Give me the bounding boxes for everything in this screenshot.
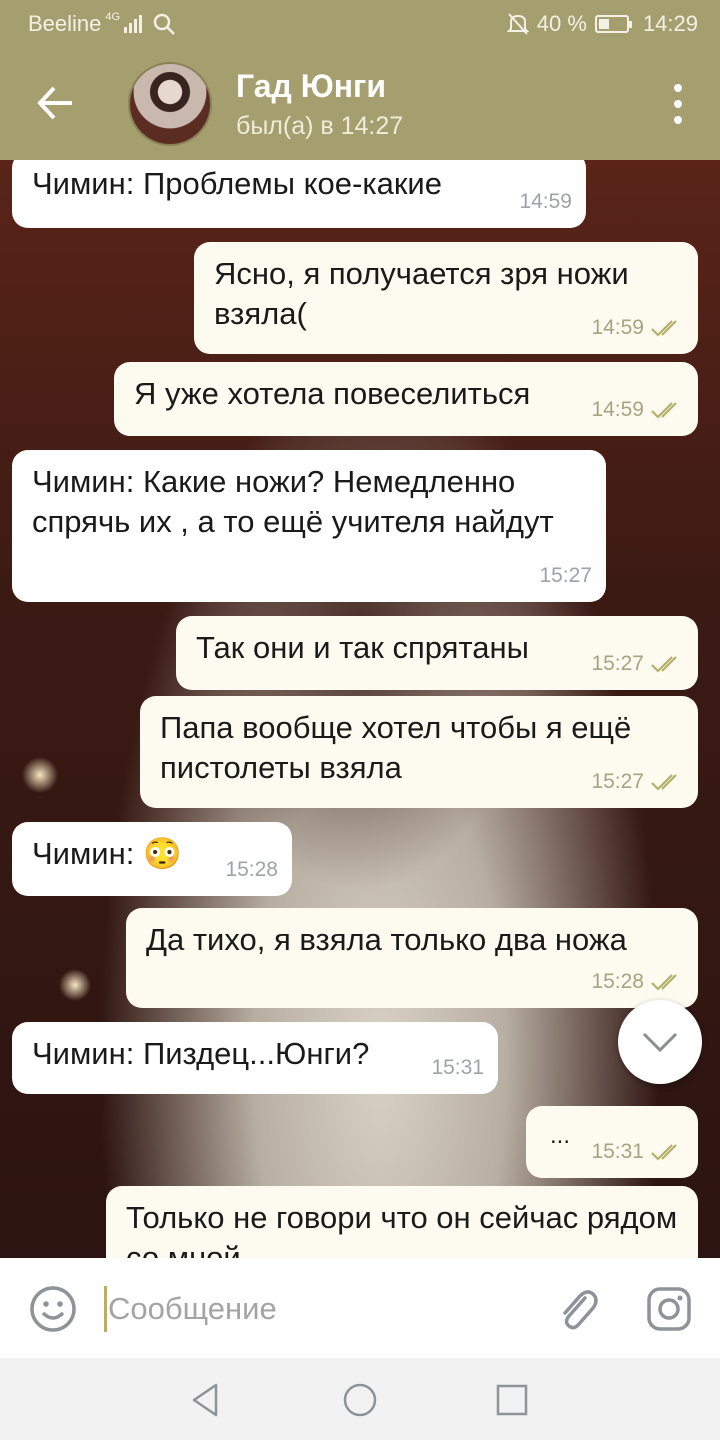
read-check-icon [651, 320, 677, 337]
message-time: 14:59 [519, 190, 572, 213]
message-time: 15:28 [591, 970, 644, 993]
camera-icon [647, 1287, 691, 1331]
message-text: Чимин: Пиздец...Юнги? [32, 1036, 370, 1071]
network-type: 4G [105, 11, 121, 23]
signal-icon [124, 15, 143, 33]
message-time: 14:59 [591, 398, 644, 421]
message-time: 15:31 [431, 1056, 484, 1079]
input-bar [0, 1258, 720, 1358]
message-time: 15:31 [591, 1140, 644, 1163]
camera-button[interactable] [644, 1284, 694, 1334]
incoming-message[interactable]: Чимин: Проблемы кое-какие 14:59 [12, 160, 586, 228]
message-meta: 15:31 [431, 1048, 484, 1088]
message-meta: 14:59 [591, 390, 684, 430]
battery-fill [598, 19, 610, 29]
back-arrow-icon [37, 86, 72, 120]
avatar[interactable] [128, 62, 212, 146]
message-time: 15:27 [539, 564, 592, 587]
mute-bell-icon [506, 13, 529, 35]
outgoing-message[interactable]: ... 15:31 [526, 1106, 698, 1178]
message-time: 14:59 [591, 316, 644, 339]
message-meta: 14:59 [591, 308, 684, 348]
message-meta: 15:27 [539, 556, 592, 596]
outgoing-message[interactable]: Ясно, я получается зря ножи взяла(14:59 [194, 242, 698, 354]
emoji-icon [30, 1286, 76, 1332]
incoming-message[interactable]: Чимин: 😳 15:28 [12, 822, 292, 896]
nav-back-icon[interactable] [186, 1380, 226, 1420]
search-icon [153, 13, 175, 35]
message-text: Чимин: Какие ножи? Немедленно спрячь их … [32, 464, 554, 539]
nav-recents-icon[interactable] [492, 1380, 532, 1420]
chat-header: Гад Юнги был(а) в 14:27 [0, 48, 720, 160]
attach-button[interactable] [552, 1284, 602, 1334]
outgoing-message[interactable]: Только не говори что он сейчас рядом со … [106, 1186, 698, 1258]
incoming-message[interactable]: Чимин: Пиздец...Юнги? 15:31 [12, 1022, 498, 1094]
message-time: 15:27 [591, 652, 644, 675]
chevron-down-icon [642, 1032, 678, 1053]
outgoing-message[interactable]: Я уже хотела повеселиться 14:59 [114, 362, 698, 436]
attach-icon [563, 1290, 598, 1330]
system-nav-bar [0, 1358, 720, 1440]
back-button[interactable] [30, 78, 80, 128]
status-right: 40 % 14:29 [506, 11, 698, 37]
message-meta: 15:27 [591, 762, 684, 802]
menu-dots-icon[interactable] [666, 84, 690, 124]
read-check-icon [651, 656, 677, 673]
message-text: Чимин: Проблемы кое-какие [32, 166, 442, 201]
battery-icon [594, 15, 632, 33]
message-text: Только не говори что он сейчас рядом со … [126, 1200, 678, 1258]
emoji-button[interactable] [28, 1284, 78, 1334]
message-time: 15:27 [591, 770, 644, 793]
outgoing-message[interactable]: Так они и так спрятаны 15:27 [176, 616, 698, 690]
scroll-down-button[interactable] [618, 1000, 702, 1084]
status-bar: Beeline 4G 40 % 14:29 [0, 0, 720, 48]
message-input[interactable] [108, 1284, 528, 1334]
read-check-icon [651, 1144, 677, 1161]
outgoing-message[interactable]: Папа вообще хотел чтобы я ещё пистолеты … [140, 696, 698, 808]
message-meta: 15:28 [591, 962, 684, 1002]
nav-home-icon[interactable] [340, 1380, 380, 1420]
incoming-message[interactable]: Чимин: Какие ножи? Немедленно спрячь их … [12, 450, 606, 602]
chat-title[interactable]: Гад Юнги [236, 68, 386, 105]
message-text: Да тихо, я взяла только два ножа [146, 922, 627, 957]
clock: 14:29 [642, 11, 698, 36]
text-caret [104, 1286, 107, 1332]
read-check-icon [651, 402, 677, 419]
status-left: Beeline 4G [28, 11, 176, 37]
message-meta: 15:28 [225, 850, 278, 890]
last-seen-status: был(а) в 14:27 [236, 112, 404, 140]
outgoing-message[interactable]: Да тихо, я взяла только два ножа 15:28 [126, 908, 698, 1008]
message-meta: 14:59 [519, 182, 572, 222]
read-check-icon [651, 774, 677, 791]
battery-percent: 40 % [536, 11, 587, 36]
carrier-name: Beeline [28, 11, 102, 36]
message-list[interactable]: Чимин: Проблемы кое-какие 14:59 Ясно, я по… [0, 160, 720, 1258]
read-check-icon [651, 974, 677, 991]
message-meta: 15:27 [591, 644, 684, 684]
message-meta: 15:31 [591, 1132, 684, 1172]
message-time: 15:28 [225, 858, 278, 881]
